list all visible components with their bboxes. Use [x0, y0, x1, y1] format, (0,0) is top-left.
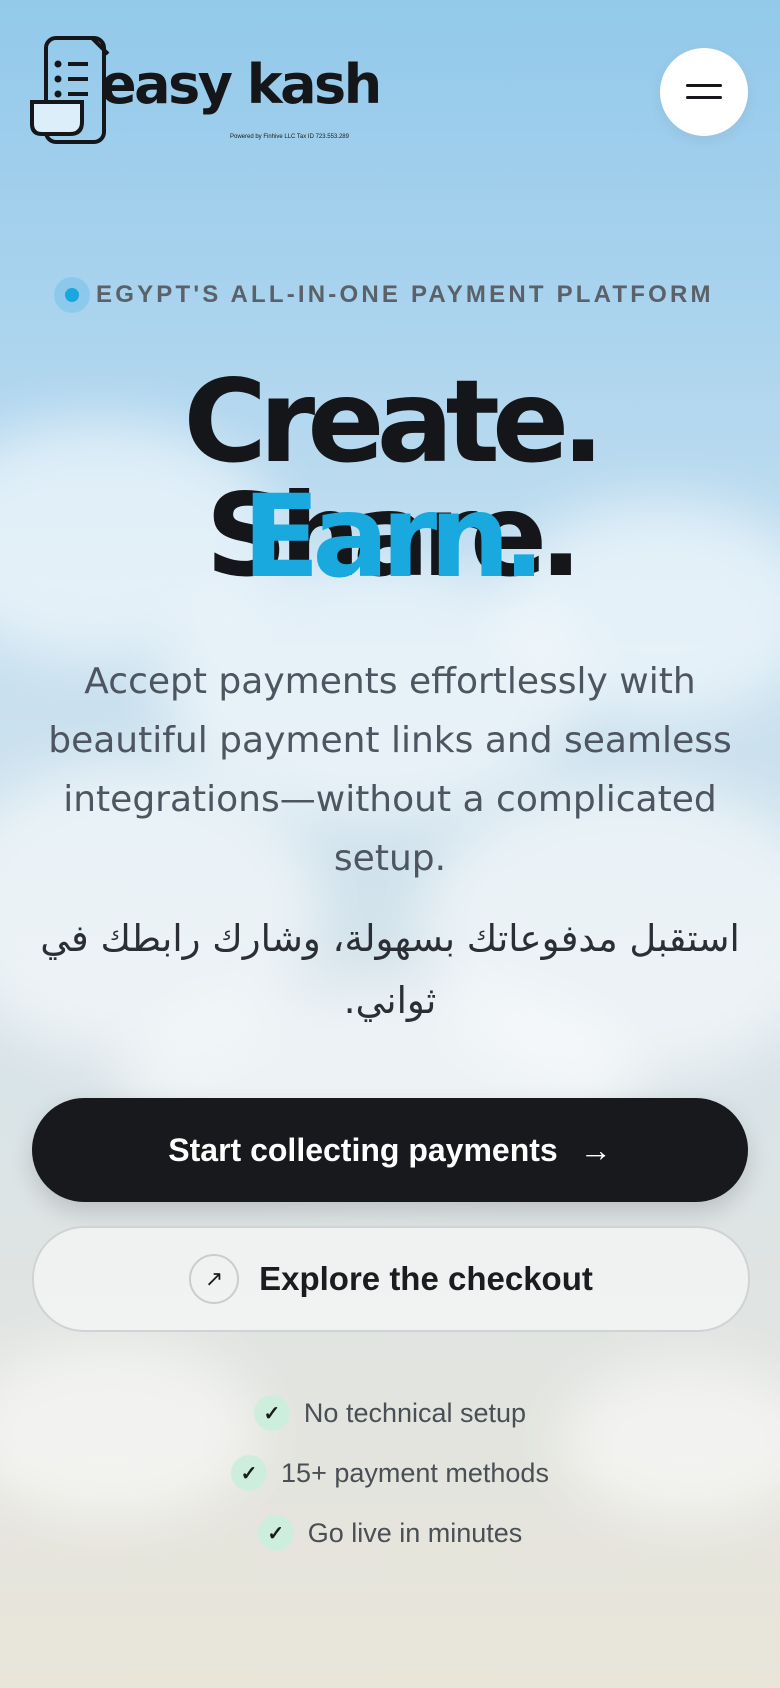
hamburger-menu-icon-line — [686, 96, 722, 99]
check-icon: ✓ — [257, 1515, 294, 1551]
start-collecting-label: Start collecting payments — [168, 1131, 558, 1168]
site-header: easy kash Powered by Finhive LLC Tax ID … — [0, 0, 780, 190]
arrow-up-right-icon: ↗ — [189, 1254, 240, 1304]
brand-tagline: Powered by Finhive LLC Tax ID 723.553.28… — [230, 134, 349, 140]
feature-label: 15+ payment methods — [281, 1457, 549, 1488]
hamburger-menu-icon — [686, 84, 722, 87]
receipt-logo-icon — [30, 36, 110, 144]
check-icon: ✓ — [253, 1395, 290, 1431]
arrow-right-icon: → — [579, 1131, 612, 1168]
hero-arabic-description: استقبل مدفوعاتك بسهولة، وشارك رابطك في ث… — [40, 917, 740, 1022]
hero-description: Accept payments effortlessly with beauti… — [48, 661, 732, 879]
feature-item: ✓ 15+ payment methods — [0, 1443, 780, 1503]
hero-badge: EGYPT'S ALL-IN-ONE PAYMENT PLATFORM — [54, 277, 734, 313]
hero-headline-line2: Earn. — [242, 470, 546, 603]
explore-checkout-button[interactable]: ↗ Explore the checkout — [32, 1226, 750, 1332]
feature-item: ✓ Go live in minutes — [0, 1503, 780, 1563]
explore-checkout-label: Explore the checkout — [259, 1260, 593, 1297]
brand-name: easy kash — [100, 53, 382, 116]
feature-label: Go live in minutes — [307, 1517, 523, 1548]
feature-label: No technical setup — [303, 1397, 527, 1428]
check-icon: ✓ — [231, 1455, 268, 1491]
brand-logo[interactable]: easy kash Powered by Finhive LLC Tax ID … — [30, 34, 382, 146]
badge-text: EGYPT'S ALL-IN-ONE PAYMENT PLATFORM — [96, 281, 714, 308]
status-dot-icon — [54, 277, 90, 313]
feature-list: ✓ No technical setup ✓ 15+ payment metho… — [0, 1383, 780, 1563]
start-collecting-button[interactable]: Start collecting payments → — [32, 1098, 748, 1202]
hamburger-menu-button[interactable] — [660, 48, 748, 136]
feature-item: ✓ No technical setup — [0, 1383, 780, 1443]
